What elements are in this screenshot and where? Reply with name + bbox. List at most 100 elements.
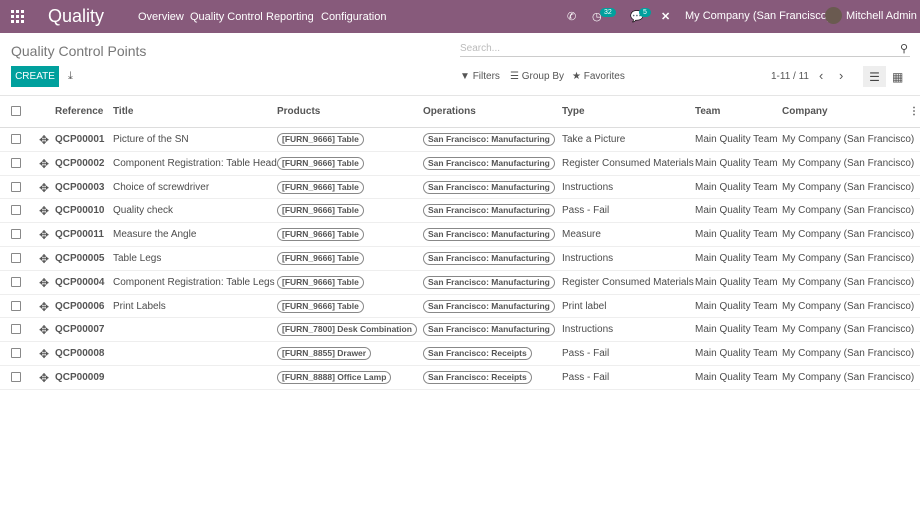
reference-cell: QCP00010 xyxy=(55,205,105,217)
messages-icon[interactable]: 💬 5 xyxy=(630,8,651,23)
operation-tag: San Francisco: Manufacturing xyxy=(423,180,555,194)
row-checkbox[interactable] xyxy=(11,300,21,311)
col-company[interactable]: Company xyxy=(782,106,828,117)
menu-configuration[interactable]: Configuration xyxy=(321,11,386,23)
create-button[interactable]: CREATE xyxy=(11,66,59,87)
group-by-button[interactable]: ☰ Group By xyxy=(510,71,564,82)
drag-handle-icon[interactable]: ✥ xyxy=(39,323,49,337)
user-menu[interactable]: Mitchell Admin xyxy=(846,10,917,22)
table-row[interactable]: ✥ QCP00011 Measure the Angle [FURN_9666]… xyxy=(0,222,920,246)
product-tag: [FURN_8888] Office Lamp xyxy=(277,371,392,384)
phone-icon[interactable]: ✆ xyxy=(567,10,576,23)
kanban-view-button[interactable]: ▦ xyxy=(892,70,903,84)
operation-tag: San Francisco: Receipts xyxy=(423,371,532,384)
pager-value[interactable]: 1-11 / 11 xyxy=(771,71,809,82)
row-checkbox[interactable] xyxy=(11,253,21,263)
product-tag: [FURN_9666] Table xyxy=(277,299,364,313)
table-row[interactable]: ✥ QCP00004 Component Registration: Table… xyxy=(0,269,920,294)
company-cell: My Company (San Francisco) xyxy=(782,205,915,217)
reference-cell: QCP00003 xyxy=(55,181,105,193)
title-cell: Component Registration: Table Legs xyxy=(113,276,275,288)
drag-handle-icon[interactable]: ✥ xyxy=(39,204,49,218)
favorites-button[interactable]: ★ Favorites xyxy=(572,71,625,82)
optional-columns-icon[interactable]: ⋮ xyxy=(909,106,919,117)
search-placeholder: Search... xyxy=(460,43,501,54)
team-cell: Main Quality Team xyxy=(695,134,778,145)
product-tag: [FURN_9666] Table xyxy=(277,252,364,265)
table-row[interactable]: ✥ QCP00002 Component Registration: Table… xyxy=(0,150,920,175)
filters-label: Filters xyxy=(472,71,500,82)
col-reference[interactable]: Reference xyxy=(55,106,103,117)
row-checkbox[interactable] xyxy=(11,157,21,168)
type-cell: Instructions xyxy=(562,253,614,264)
company-cell: My Company (San Francisco) xyxy=(782,300,915,312)
row-checkbox[interactable] xyxy=(11,372,21,382)
star-icon: ★ xyxy=(572,71,581,82)
list-view-button[interactable]: ☰ xyxy=(863,66,886,87)
pager-prev-icon[interactable]: ‹ xyxy=(819,68,823,83)
pager-next-icon[interactable]: › xyxy=(839,68,843,83)
table-row[interactable]: ✥ QCP00003 Choice of screwdriver [FURN_9… xyxy=(0,174,920,199)
type-cell: Pass - Fail xyxy=(562,205,610,217)
activity-badge: 32 xyxy=(600,8,616,17)
team-cell: Main Quality Team xyxy=(695,157,778,169)
company-cell: My Company (San Francisco) xyxy=(782,324,915,336)
row-checkbox[interactable] xyxy=(11,229,21,240)
table-row[interactable]: ✥ QCP00008 [FURN_8855] Drawer San Franci… xyxy=(0,341,920,365)
row-checkbox[interactable] xyxy=(11,276,21,287)
table-row[interactable]: ✥ QCP00009 [FURN_8888] Office Lamp San F… xyxy=(0,365,920,389)
filters-button[interactable]: ▼ Filters xyxy=(460,71,500,82)
type-cell: Instructions xyxy=(562,181,614,193)
drag-handle-icon[interactable]: ✥ xyxy=(39,181,49,195)
col-type[interactable]: Type xyxy=(562,106,585,117)
team-cell: Main Quality Team xyxy=(695,253,778,264)
col-title[interactable]: Title xyxy=(113,106,133,117)
drag-handle-icon[interactable]: ✥ xyxy=(39,228,49,242)
type-cell: Register Consumed Materials xyxy=(562,157,694,169)
download-icon[interactable]: ⤓ xyxy=(68,70,73,83)
menu-reporting[interactable]: Reporting xyxy=(266,11,314,23)
favorites-label: Favorites xyxy=(583,71,625,82)
drag-handle-icon[interactable]: ✥ xyxy=(39,157,49,171)
menu-overview[interactable]: Overview xyxy=(138,11,184,23)
title-cell: Quality check xyxy=(113,205,174,217)
product-tag: [FURN_9666] Table xyxy=(277,275,364,289)
row-checkbox[interactable] xyxy=(11,324,21,335)
search-icon[interactable]: ⚲ xyxy=(900,42,908,55)
apps-menu-icon[interactable] xyxy=(11,10,24,23)
row-checkbox[interactable] xyxy=(11,205,21,216)
row-checkbox[interactable] xyxy=(11,181,21,192)
app-name[interactable]: Quality xyxy=(48,6,104,27)
drag-handle-icon[interactable]: ✥ xyxy=(39,276,49,290)
row-checkbox[interactable] xyxy=(11,134,21,144)
select-all-checkbox[interactable] xyxy=(11,106,21,116)
title-cell: Component Registration: Table Head xyxy=(113,157,277,169)
type-cell: Measure xyxy=(562,229,601,241)
avatar[interactable] xyxy=(825,7,842,24)
table-row[interactable]: ✥ QCP00007 [FURN_7800] Desk Combination … xyxy=(0,317,920,341)
row-checkbox[interactable] xyxy=(11,348,21,359)
company-cell: My Company (San Francisco) xyxy=(782,348,915,360)
type-cell: Register Consumed Materials xyxy=(562,276,694,288)
drag-handle-icon[interactable]: ✥ xyxy=(39,252,49,266)
table-row[interactable]: ✥ QCP00001 Picture of the SN [FURN_9666]… xyxy=(0,127,920,151)
product-tag: [FURN_9666] Table xyxy=(277,156,364,170)
table-row[interactable]: ✥ QCP00006 Print Labels [FURN_9666] Tabl… xyxy=(0,293,920,318)
product-tag: [FURN_9666] Table xyxy=(277,204,364,218)
company-switcher[interactable]: My Company (San Francisco) xyxy=(685,10,831,22)
type-cell: Pass - Fail xyxy=(562,348,610,360)
debug-tools-icon[interactable]: ✕ xyxy=(661,10,670,23)
drag-handle-icon[interactable]: ✥ xyxy=(39,371,49,385)
table-row[interactable]: ✥ QCP00010 Quality check [FURN_9666] Tab… xyxy=(0,198,920,222)
drag-handle-icon[interactable]: ✥ xyxy=(39,133,49,147)
search-input[interactable]: Search... ⚲ xyxy=(460,40,910,57)
drag-handle-icon[interactable]: ✥ xyxy=(39,300,49,314)
col-team[interactable]: Team xyxy=(695,106,720,117)
col-operations[interactable]: Operations xyxy=(423,106,476,117)
drag-handle-icon[interactable]: ✥ xyxy=(39,347,49,361)
activity-icon[interactable]: ◷ 32 xyxy=(592,8,616,23)
col-products[interactable]: Products xyxy=(277,106,320,117)
type-cell: Take a Picture xyxy=(562,134,626,145)
table-row[interactable]: ✥ QCP00005 Table Legs [FURN_9666] Table … xyxy=(0,246,920,270)
menu-quality-control[interactable]: Quality Control xyxy=(190,11,263,23)
